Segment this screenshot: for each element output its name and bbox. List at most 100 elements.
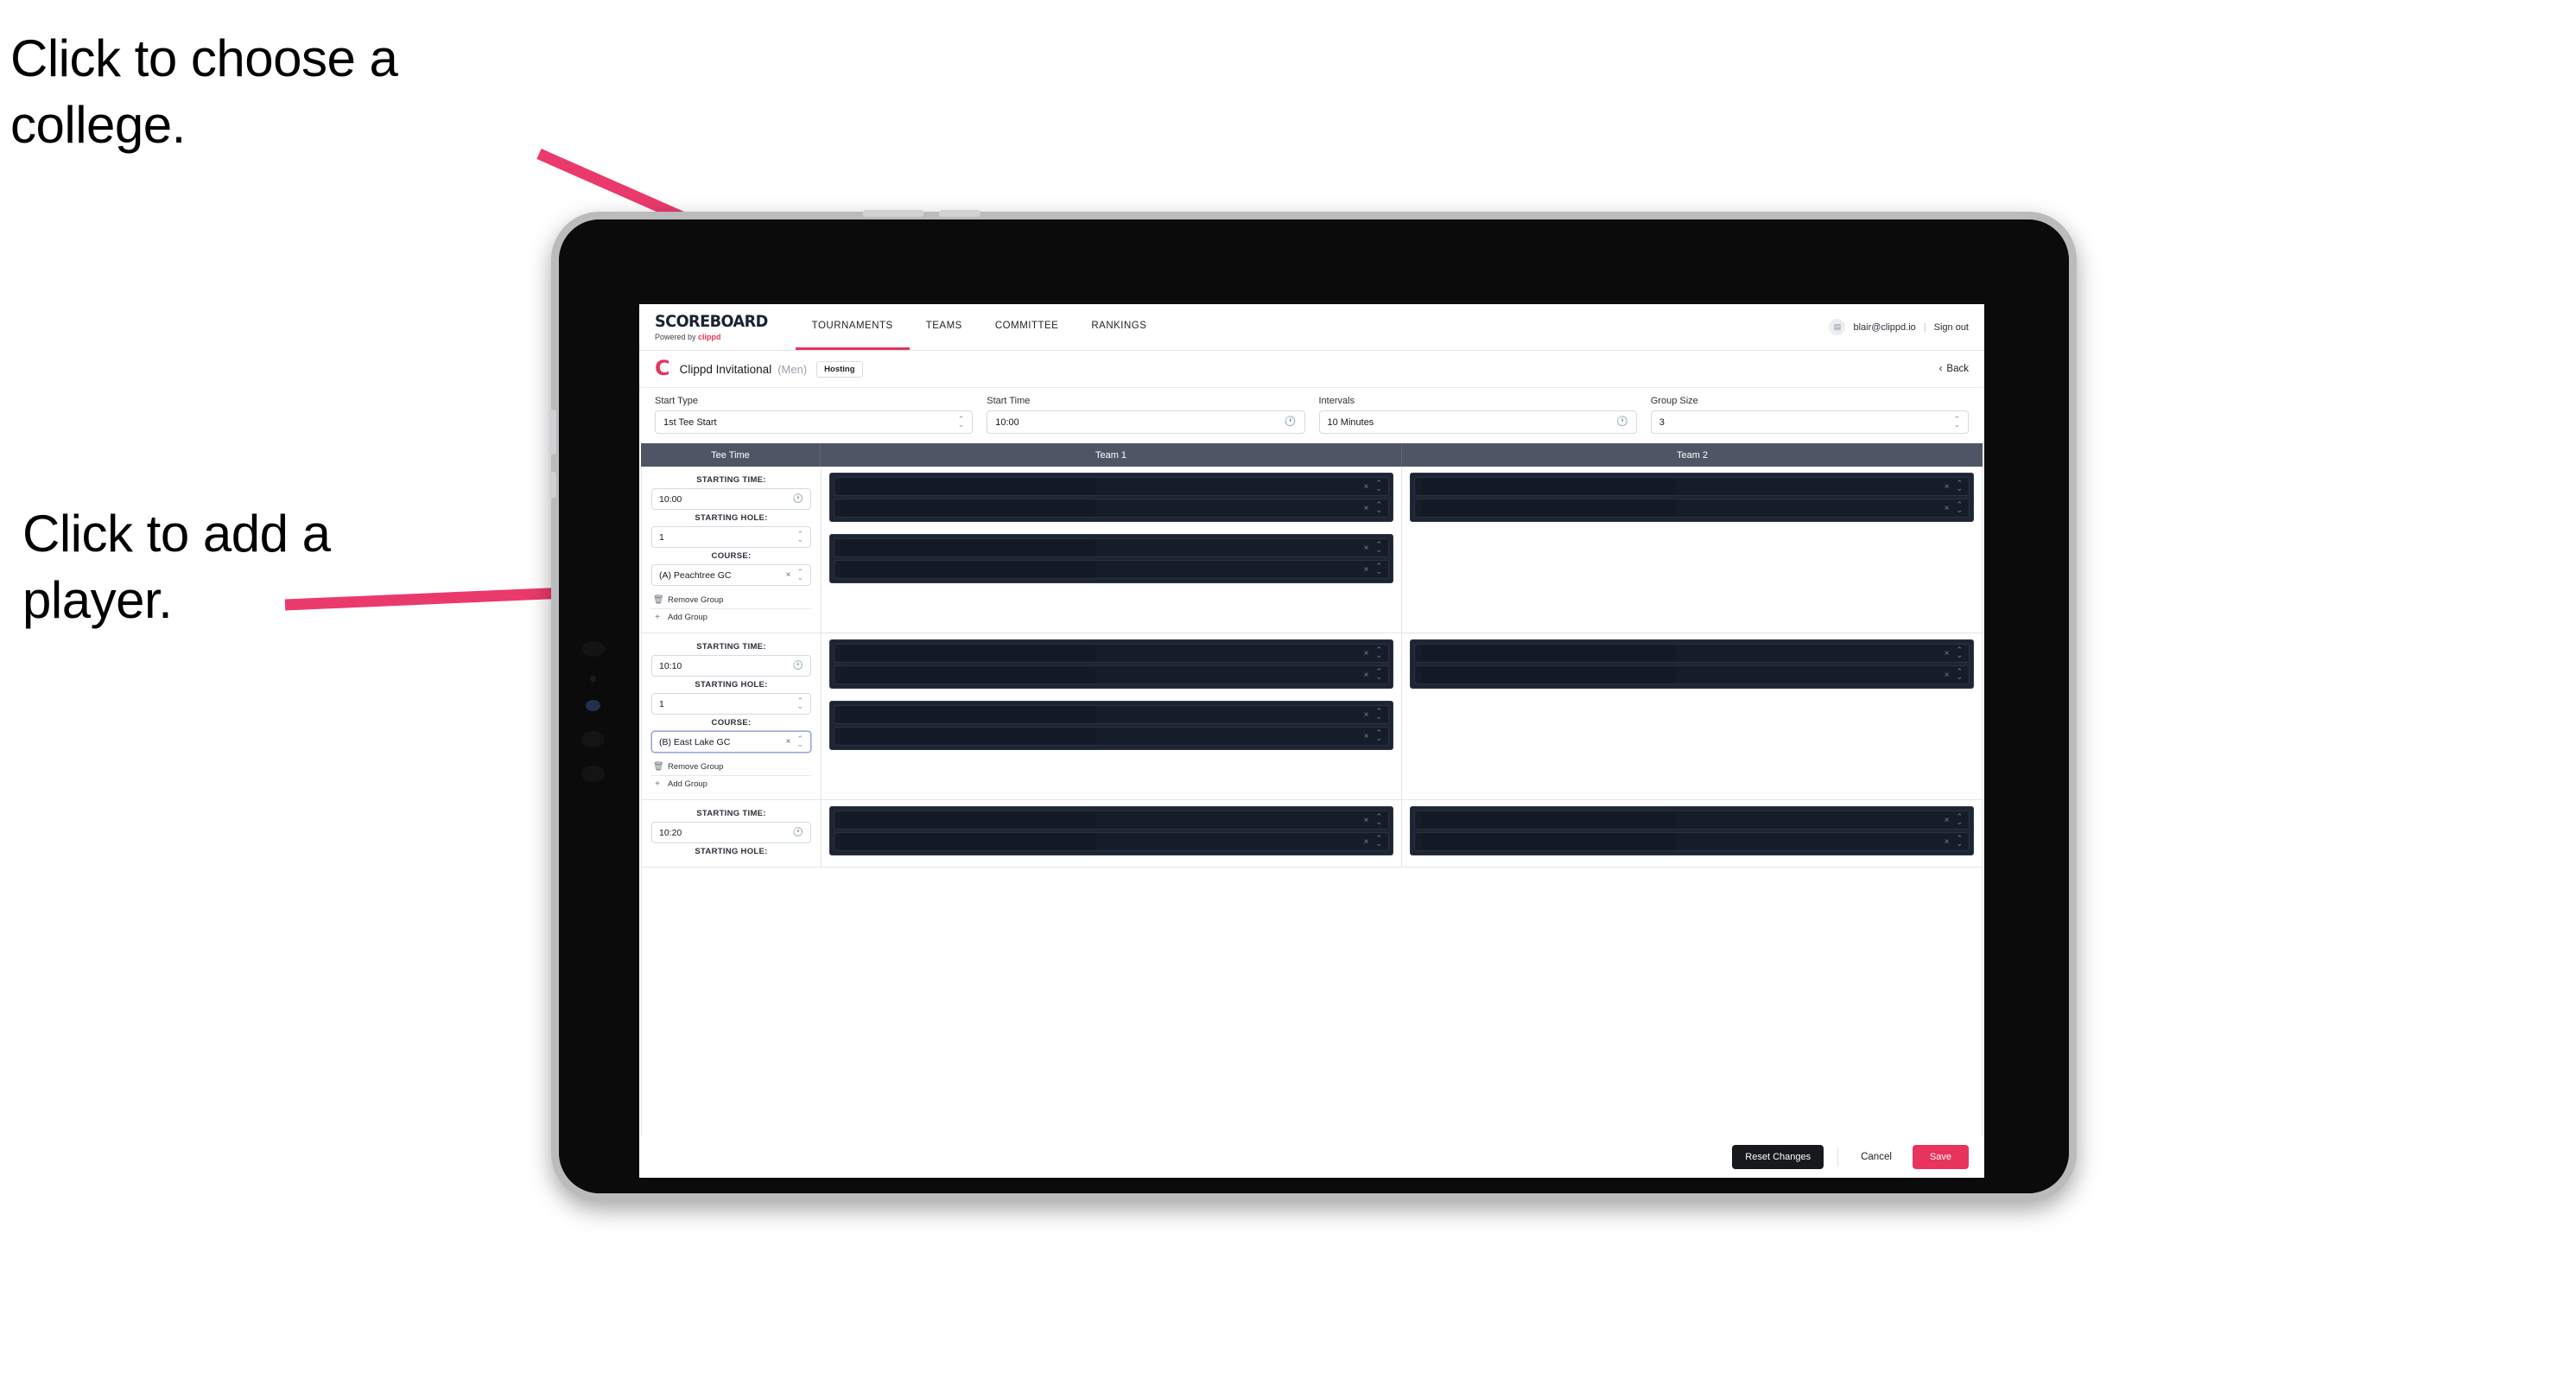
player-select-row[interactable]: × ⌃ ⌄ — [1414, 477, 1970, 496]
clear-icon[interactable]: × — [786, 570, 791, 580]
add-group-button[interactable]: + Add Group — [651, 776, 811, 792]
chevron-updown-icon[interactable]: ⌃ ⌄ — [1375, 563, 1382, 575]
player-select-row[interactable]: × ⌃ ⌄ — [1414, 499, 1970, 518]
clear-icon[interactable]: × — [1364, 837, 1369, 847]
column-header-team-1: Team 1 — [821, 443, 1402, 467]
remove-group-label: Remove Group — [668, 595, 724, 605]
clear-icon[interactable]: × — [1945, 837, 1950, 847]
start-type-select[interactable]: 1st Tee Start ⌃ ⌄ — [655, 410, 974, 434]
clear-icon[interactable]: × — [1364, 482, 1369, 492]
chevron-updown-icon[interactable]: ⌃ ⌄ — [1375, 480, 1382, 492]
player-select-row[interactable]: × ⌃ ⌄ — [1414, 832, 1970, 851]
course-select[interactable]: (B) East Lake GC × ⌃ ⌄ — [651, 731, 811, 753]
chevron-updown-icon[interactable]: ⌃ ⌄ — [1375, 646, 1382, 658]
group-size-stepper[interactable]: 3 ⌃ ⌄ — [1650, 410, 1969, 434]
volume-down-button[interactable] — [549, 472, 556, 498]
player-select-row[interactable]: × ⌃ ⌄ — [1414, 665, 1970, 684]
remove-group-button[interactable]: 🗑 Remove Group — [651, 592, 811, 609]
player-select-row[interactable]: × ⌃ ⌄ — [834, 832, 1389, 851]
chevron-updown-icon[interactable]: ⌃ ⌄ — [1375, 813, 1382, 825]
chevron-updown-icon[interactable]: ⌃ ⌄ — [1375, 541, 1382, 553]
starting-time-input[interactable]: 10:10 🕐 — [651, 655, 811, 677]
nav-item-committee[interactable]: COMMITTEE — [979, 304, 1075, 350]
clear-icon[interactable]: × — [1945, 671, 1950, 680]
starting-hole-label: STARTING HOLE: — [695, 680, 768, 690]
sign-out-link[interactable]: Sign out — [1934, 322, 1969, 333]
tournament-gender: (Men) — [777, 362, 808, 376]
chevron-updown-icon[interactable]: ⌃ ⌄ — [1956, 668, 1963, 680]
clock-icon: 🕐 — [792, 494, 803, 504]
add-group-button[interactable]: + Add Group — [651, 609, 811, 626]
starting-hole-stepper[interactable]: 1 ⌃ ⌄ — [651, 526, 811, 548]
chevron-updown-icon[interactable]: ⌃ ⌄ — [796, 735, 803, 747]
volume-up-button[interactable] — [549, 410, 556, 455]
save-button[interactable]: Save — [1912, 1145, 1969, 1169]
chevron-updown-icon[interactable]: ⌃ ⌄ — [1956, 813, 1963, 825]
intervals-input[interactable]: 10 Minutes 🕐 — [1318, 410, 1637, 434]
power-button[interactable] — [863, 210, 923, 217]
remove-group-button[interactable]: 🗑 Remove Group — [651, 759, 811, 776]
nav-item-tournaments[interactable]: TOURNAMENTS — [795, 304, 910, 350]
starting-time-input[interactable]: 10:00 🕐 — [651, 488, 811, 510]
cancel-button[interactable]: Cancel — [1852, 1145, 1900, 1169]
clear-icon[interactable]: × — [1364, 649, 1369, 658]
chevron-updown-icon[interactable]: ⌃ ⌄ — [796, 697, 803, 709]
chevron-left-icon: ‹ — [1938, 364, 1943, 374]
chevron-updown-icon[interactable]: ⌃ ⌄ — [1375, 501, 1382, 513]
add-group-label: Add Group — [668, 779, 707, 789]
player-select-row[interactable]: × ⌃ ⌄ — [1414, 811, 1970, 830]
clear-icon[interactable]: × — [1945, 816, 1950, 825]
player-select-row[interactable]: × ⌃ ⌄ — [834, 727, 1389, 746]
player-select-row[interactable]: × ⌃ ⌄ — [1414, 644, 1970, 663]
player-select-row[interactable]: × ⌃ ⌄ — [834, 560, 1389, 579]
course-select[interactable]: (A) Peachtree GC × ⌃ ⌄ — [651, 564, 811, 586]
starting-hole-value: 1 — [659, 531, 664, 543]
clear-icon[interactable]: × — [1945, 482, 1950, 492]
chevron-updown-icon[interactable]: ⌃ ⌄ — [1375, 729, 1382, 741]
chevron-updown-icon[interactable]: ⌃ ⌄ — [1956, 835, 1963, 847]
top-button[interactable] — [939, 210, 980, 217]
chevron-updown-icon[interactable]: ⌃ ⌄ — [796, 531, 803, 543]
back-link[interactable]: ‹ Back — [1939, 364, 1969, 374]
table-header: Tee Time Team 1 Team 2 — [641, 443, 1983, 467]
starting-hole-stepper[interactable]: 1 ⌃ ⌄ — [651, 693, 811, 715]
chevron-updown-icon[interactable]: ⌃ ⌄ — [1956, 501, 1963, 513]
clear-icon[interactable]: × — [786, 737, 791, 747]
player-select-row[interactable]: × ⌃ ⌄ — [834, 811, 1389, 830]
nav-item-teams[interactable]: TEAMS — [910, 304, 979, 350]
player-select-row[interactable]: × ⌃ ⌄ — [834, 705, 1389, 724]
player-select-row[interactable]: × ⌃ ⌄ — [834, 499, 1389, 518]
chevron-updown-icon[interactable]: ⌃ ⌄ — [1956, 480, 1963, 492]
clear-icon[interactable]: × — [1364, 671, 1369, 680]
nav-item-rankings[interactable]: RANKINGS — [1075, 304, 1163, 350]
player-name-placeholder — [841, 666, 1095, 683]
chevron-updown-icon[interactable]: ⌃ ⌄ — [1956, 646, 1963, 658]
clear-icon[interactable]: × — [1364, 544, 1369, 553]
clear-icon[interactable]: × — [1945, 649, 1950, 658]
player-select-row[interactable]: × ⌃ ⌄ — [834, 644, 1389, 663]
chevron-updown-icon[interactable]: ⌃ ⌄ — [1375, 668, 1382, 680]
player-select-row[interactable]: × ⌃ ⌄ — [834, 538, 1389, 557]
tee-time-table-body[interactable]: STARTING TIME: 10:00 🕐 STARTING HOLE: 1 ⌃ ⌄ COU… — [641, 467, 1983, 1136]
player-select-row[interactable]: × ⌃ ⌄ — [834, 477, 1389, 496]
chevron-updown-icon[interactable]: ⌃ ⌄ — [796, 569, 803, 581]
clear-icon[interactable]: × — [1364, 504, 1369, 513]
start-time-input[interactable]: 10:00 🕐 — [987, 410, 1305, 434]
bezel-sensor-icon — [581, 641, 605, 657]
clear-icon[interactable]: × — [1364, 732, 1369, 741]
clear-icon[interactable]: × — [1364, 565, 1369, 575]
chevron-updown-icon[interactable]: ⌃ ⌄ — [1375, 835, 1382, 847]
clear-icon[interactable]: × — [1364, 816, 1369, 825]
player-select-row[interactable]: × ⌃ ⌄ — [834, 665, 1389, 684]
trash-icon: 🗑 — [653, 762, 664, 772]
annotation-choose-college: Click to choose a college. — [10, 29, 398, 154]
clear-icon[interactable]: × — [1945, 504, 1950, 513]
brand-logo[interactable]: SCOREBOARD Powered by clippd — [655, 304, 796, 350]
player-name-placeholder — [841, 539, 1095, 556]
chevron-updown-icon[interactable]: ⌃ ⌄ — [1375, 708, 1382, 720]
avatar[interactable]: ▤ — [1829, 319, 1846, 335]
clear-icon[interactable]: × — [1364, 710, 1369, 720]
starting-time-input[interactable]: 10:20 🕐 — [651, 822, 811, 843]
player-name-placeholder — [1421, 478, 1676, 495]
reset-changes-button[interactable]: Reset Changes — [1732, 1145, 1824, 1169]
